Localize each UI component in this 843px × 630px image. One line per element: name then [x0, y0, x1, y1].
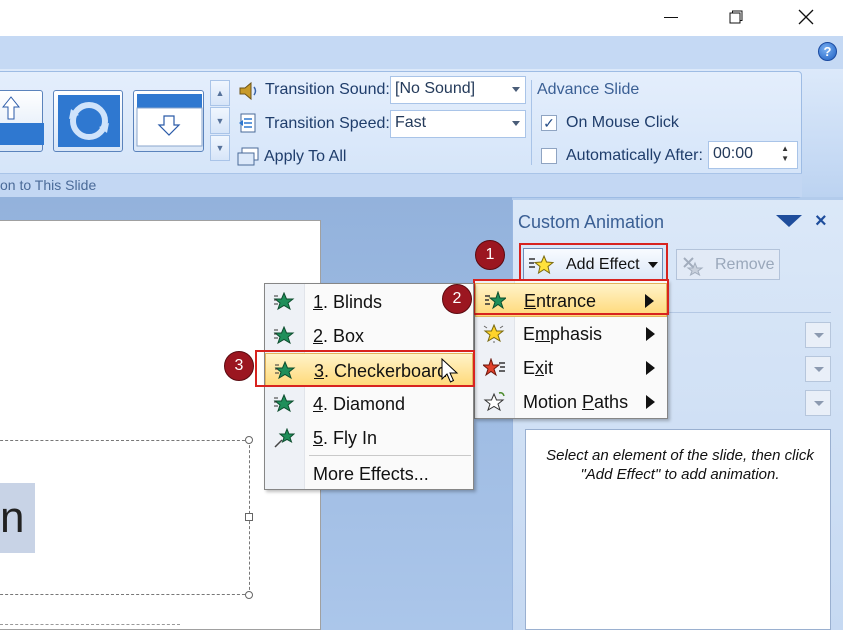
text-placeholder[interactable] [0, 440, 250, 595]
resize-handle[interactable] [245, 591, 253, 599]
push-down-icon [136, 94, 203, 147]
checkmark-icon: ✓ [543, 115, 555, 131]
minimize-button[interactable] [648, 0, 694, 34]
emphasis-star-icon [483, 324, 505, 343]
menu-item-motion-paths[interactable]: Motion Paths [475, 385, 667, 419]
ribbon-tab-strip [0, 36, 843, 69]
pane-options-icon[interactable] [776, 215, 802, 227]
group-divider [531, 80, 532, 165]
speed-select [805, 390, 831, 416]
apply-to-all-label: Apply To All [264, 148, 347, 165]
callout-badge-3: 3 [224, 351, 254, 381]
gallery-scroll-down[interactable]: ▼ [210, 107, 230, 134]
on-mouse-click-checkbox[interactable]: ✓ [541, 115, 557, 131]
second-placeholder [0, 624, 180, 625]
transition-speed-select[interactable]: Fast [390, 110, 526, 138]
menu-item-label: 5. Fly In [313, 428, 378, 448]
resize-handle[interactable] [245, 513, 253, 521]
restore-icon [729, 10, 743, 24]
submenu-arrow-icon [646, 361, 655, 375]
menu-item-label: Exit [523, 358, 554, 378]
property-select [805, 356, 831, 382]
menu-item-label: More Effects... [313, 464, 429, 484]
minimize-icon [664, 16, 678, 18]
automatically-after-input[interactable]: 00:00 ▲ ▼ [708, 141, 798, 169]
spinner-icon[interactable]: ▲ ▼ [781, 144, 789, 164]
menu-item-label: 1. Blinds [313, 292, 383, 312]
automatically-after-value: 00:00 [713, 145, 754, 162]
menu-item-emphasis[interactable]: Emphasis [475, 317, 667, 351]
remove-button: Remove [676, 249, 780, 280]
apply-to-all-icon [237, 147, 259, 166]
automatically-after-checkbox[interactable] [541, 148, 557, 164]
callout-badge-1: 1 [475, 240, 505, 270]
transition-thumbnail-push-down[interactable] [133, 90, 204, 152]
chevron-down-icon [814, 367, 824, 372]
chevron-down-icon [814, 333, 824, 338]
transition-thumbnail-wipe[interactable] [0, 90, 44, 152]
automatically-after-label: Automatically After: [566, 147, 703, 164]
menu-item-diamond[interactable]: 4. Diamond [265, 387, 473, 421]
chevron-down-icon [814, 401, 824, 406]
chevron-down-icon [512, 121, 520, 126]
restore-button[interactable] [713, 0, 759, 34]
menu-separator [309, 455, 471, 456]
gallery-more-button[interactable]: ▼ [210, 135, 230, 161]
help-icon[interactable]: ? [818, 42, 837, 61]
chevron-down-icon [512, 87, 520, 92]
transition-speed-value: Fast [395, 114, 427, 131]
mouse-cursor-icon [441, 358, 459, 383]
transition-thumbnail-rotate[interactable] [53, 90, 123, 152]
entrance-star-icon [273, 292, 295, 311]
transition-speed-label: Transition Speed: [265, 115, 390, 132]
close-icon [798, 9, 814, 25]
menu-item-label: 2. Box [313, 326, 365, 346]
on-mouse-click-label: On Mouse Click [566, 114, 679, 131]
callout-highlight-entrance [473, 279, 669, 315]
menu-item-exit[interactable]: Exit [475, 351, 667, 385]
menu-item-label: Emphasis [523, 324, 603, 344]
title-bar [0, 0, 843, 36]
transition-sound-label: Transition Sound: [265, 81, 390, 98]
gallery-scroll-up[interactable]: ▲ [210, 80, 230, 106]
motion-path-star-icon [483, 392, 505, 412]
entrance-star-icon [273, 326, 295, 345]
resize-handle[interactable] [245, 436, 253, 444]
menu-item-label: 4. Diamond [313, 394, 406, 414]
fly-in-star-icon [274, 428, 295, 448]
start-select [805, 322, 831, 348]
remove-effect-icon [683, 257, 704, 276]
close-window-button[interactable] [783, 0, 829, 34]
menu-item-more-effects[interactable]: More Effects... [265, 457, 473, 491]
callout-highlight-add-effect [519, 243, 668, 283]
transition-sound-value: [No Sound] [395, 80, 476, 97]
speed-icon [239, 113, 256, 133]
pane-title: Custom Animation [518, 212, 665, 232]
wipe-up-icon [0, 96, 44, 145]
slide-text: n [0, 483, 35, 553]
entrance-star-icon [273, 394, 295, 413]
submenu-arrow-icon [646, 395, 655, 409]
callout-badge-2: 2 [442, 284, 472, 314]
apply-to-all-button[interactable]: Apply To All [236, 145, 354, 169]
menu-item-fly-in[interactable]: 5. Fly In [265, 421, 473, 455]
exit-star-icon [483, 358, 505, 377]
remove-label: Remove [715, 256, 775, 273]
transition-sound-select[interactable]: [No Sound] [390, 76, 526, 104]
sound-icon [239, 81, 257, 101]
animation-list-hint: Select an element of the slide, then cli… [546, 447, 814, 483]
submenu-arrow-icon [646, 327, 655, 341]
advance-slide-title: Advance Slide [537, 81, 640, 98]
pane-close-button[interactable]: × [815, 210, 827, 233]
menu-item-label: Motion Paths [523, 392, 629, 412]
group-label: on to This Slide [0, 173, 802, 197]
menu-item-box[interactable]: 2. Box [265, 319, 473, 353]
rotate-icon [58, 95, 120, 147]
